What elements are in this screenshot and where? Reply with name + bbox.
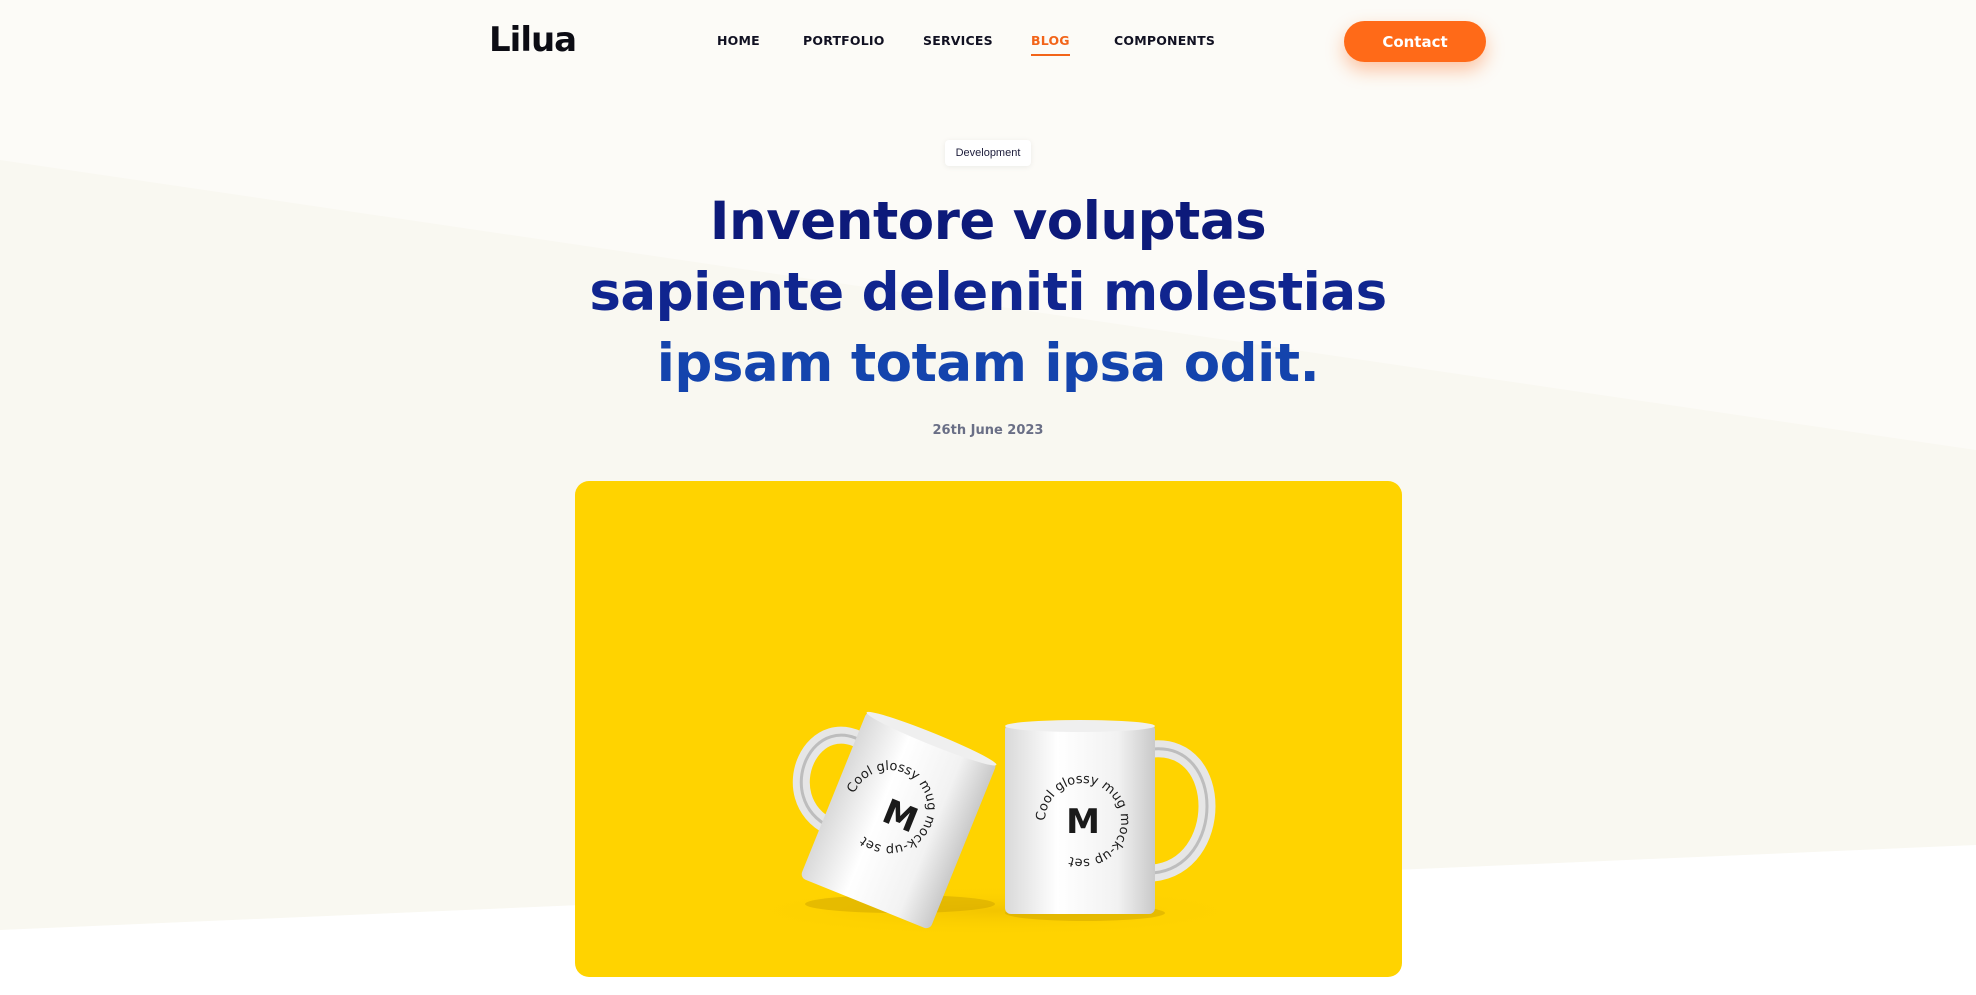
mugs-illustration: M Cool glossy mug mock-up set M Cool glo… [735,711,1255,937]
post-title-line-3: ipsam totam ipsa odit. [656,333,1320,394]
mug-right: M Cool glossy mug mock-up set [1005,720,1216,914]
nav-item-components[interactable]: COMPONENTS [1114,33,1215,48]
contact-button[interactable]: Contact [1344,21,1486,62]
post-title-line-1: Inventore voluptas [709,191,1267,252]
nav-item-services[interactable]: SERVICES [923,33,993,48]
nav-item-portfolio[interactable]: PORTFOLIO [803,33,885,48]
site-header: Lilua HOME PORTFOLIO SERVICES BLOG COMPO… [0,0,1976,84]
mug-right-letter: M [1066,802,1100,842]
post-title: Inventore voluptas sapiente deleniti mol… [488,186,1488,399]
nav-item-blog[interactable]: BLOG [1031,33,1070,56]
post-title-line-2: sapiente deleniti molestias [589,262,1387,323]
category-tag[interactable]: Development [945,140,1031,166]
featured-image: M Cool glossy mug mock-up set M Cool glo… [575,481,1402,977]
nav-item-home[interactable]: HOME [717,33,760,48]
post-date: 26th June 2023 [932,423,1044,438]
site-logo[interactable]: Lilua [489,20,577,60]
floor-shadow [735,885,1255,937]
